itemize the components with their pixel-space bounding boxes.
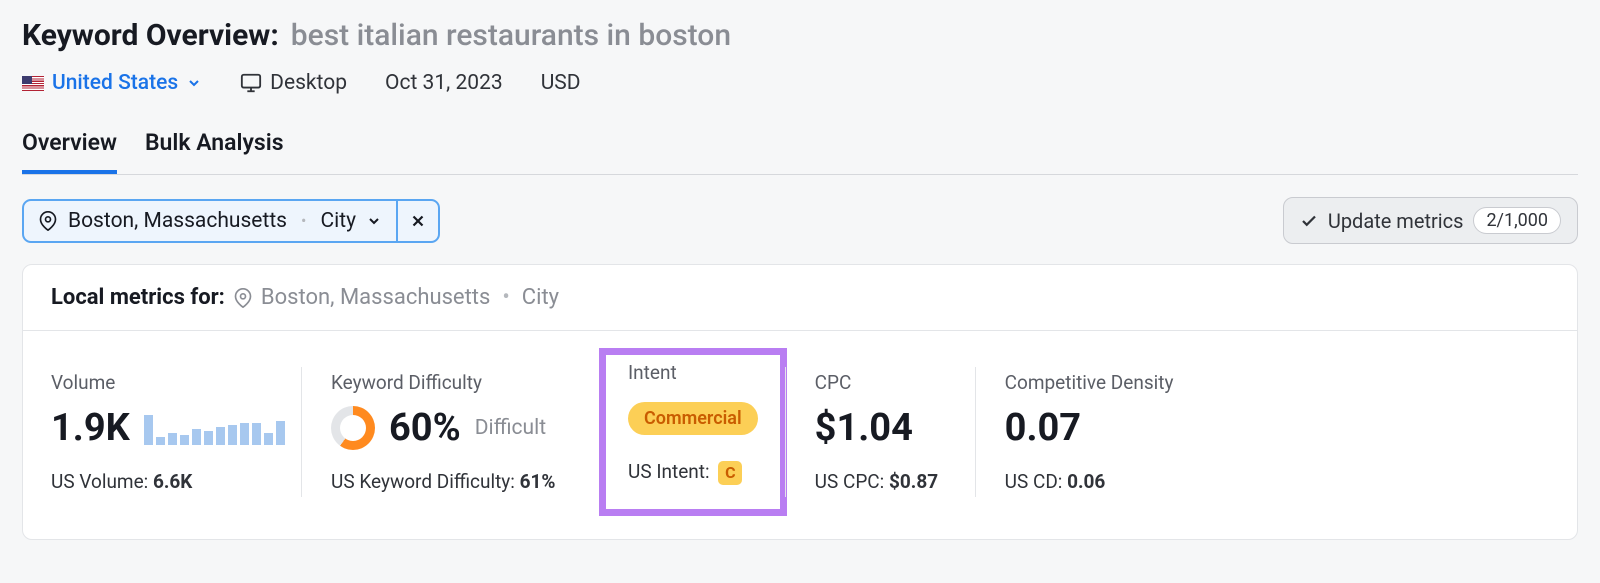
intent-pill: Commercial <box>628 402 758 435</box>
location-chip: Boston, Massachusetts • City <box>22 199 440 243</box>
metric-cd-sub: US CD: 0.06 <box>1005 470 1205 493</box>
country-selector[interactable]: United States <box>22 71 202 95</box>
dot-separator: • <box>498 285 513 310</box>
metric-volume-label: Volume <box>51 371 271 394</box>
chevron-down-icon <box>366 213 382 229</box>
metric-keyword-difficulty: Keyword Difficulty 60% Difficult US Keyw… <box>301 361 601 503</box>
local-metrics-panel: Local metrics for: Boston, Massachusetts… <box>22 264 1578 540</box>
panel-header-prefix: Local metrics for: <box>51 285 225 310</box>
metric-cpc-sub: US CPC: $0.87 <box>815 470 945 493</box>
page-title-keyword: best italian restaurants in boston <box>291 18 731 53</box>
dot-separator: • <box>297 211 310 230</box>
volume-sparkline-icon <box>144 411 285 445</box>
tab-overview[interactable]: Overview <box>22 121 117 174</box>
check-icon <box>1300 212 1318 230</box>
map-pin-icon <box>233 288 253 308</box>
metrics-row: Volume 1.9K US Volume: 6.6K Keyword Diff… <box>23 331 1577 539</box>
metric-intent-label: Intent <box>628 361 758 384</box>
controls-row: Boston, Massachusetts • City Update metr… <box>22 197 1578 244</box>
metric-cpc-value: $1.04 <box>815 406 913 450</box>
close-icon <box>409 212 427 230</box>
location-chip-place: Boston, Massachusetts <box>68 209 287 233</box>
intent-badge: C <box>718 461 742 485</box>
filter-row: United States Desktop Oct 31, 2023 USD <box>22 71 1578 95</box>
chevron-down-icon <box>186 75 202 91</box>
location-chip-type: City <box>320 209 356 233</box>
device-selector[interactable]: Desktop <box>240 71 347 95</box>
metric-cd-label: Competitive Density <box>1005 371 1205 394</box>
metric-volume-value: 1.9K <box>51 406 130 450</box>
date-text: Oct 31, 2023 <box>385 71 503 95</box>
metric-kd-value: 60% <box>389 406 461 450</box>
metric-kd-qualifier: Difficult <box>475 416 546 440</box>
panel-header-place: Boston, Massachusetts <box>261 285 490 310</box>
update-metrics-button[interactable]: Update metrics 2/1,000 <box>1283 197 1578 244</box>
page-title-row: Keyword Overview: best italian restauran… <box>22 18 1578 53</box>
panel-header-type: City <box>522 285 559 310</box>
metric-cpc: CPC $1.04 US CPC: $0.87 <box>785 361 975 503</box>
metric-kd-label: Keyword Difficulty <box>331 371 571 394</box>
metric-intent-sub: US Intent: C <box>628 460 758 485</box>
location-chip-clear[interactable] <box>396 201 438 241</box>
metric-competitive-density: Competitive Density 0.07 US CD: 0.06 <box>975 361 1235 503</box>
location-chip-selector[interactable]: Boston, Massachusetts • City <box>24 201 396 241</box>
device-label: Desktop <box>270 71 347 95</box>
kd-donut-icon <box>331 406 375 450</box>
currency-selector[interactable]: USD <box>541 71 581 95</box>
country-name: United States <box>52 71 178 95</box>
flag-us-icon <box>22 76 44 91</box>
desktop-icon <box>240 72 262 94</box>
metric-volume: Volume 1.9K US Volume: 6.6K <box>51 361 301 503</box>
date-selector[interactable]: Oct 31, 2023 <box>385 71 503 95</box>
metric-cd-value: 0.07 <box>1005 406 1081 450</box>
tabs: Overview Bulk Analysis <box>22 121 1578 175</box>
metric-kd-sub: US Keyword Difficulty: 61% <box>331 470 571 493</box>
metric-cpc-label: CPC <box>815 371 945 394</box>
map-pin-icon <box>38 211 58 231</box>
metric-intent: Intent Commercial US Intent: C <box>599 348 787 516</box>
panel-header: Local metrics for: Boston, Massachusetts… <box>23 265 1577 331</box>
tab-bulk-analysis[interactable]: Bulk Analysis <box>145 121 284 174</box>
update-metrics-label: Update metrics <box>1328 209 1464 233</box>
page-title-label: Keyword Overview: <box>22 18 279 53</box>
metric-volume-sub: US Volume: 6.6K <box>51 470 271 493</box>
update-metrics-count: 2/1,000 <box>1473 207 1561 234</box>
currency-text: USD <box>541 71 581 95</box>
